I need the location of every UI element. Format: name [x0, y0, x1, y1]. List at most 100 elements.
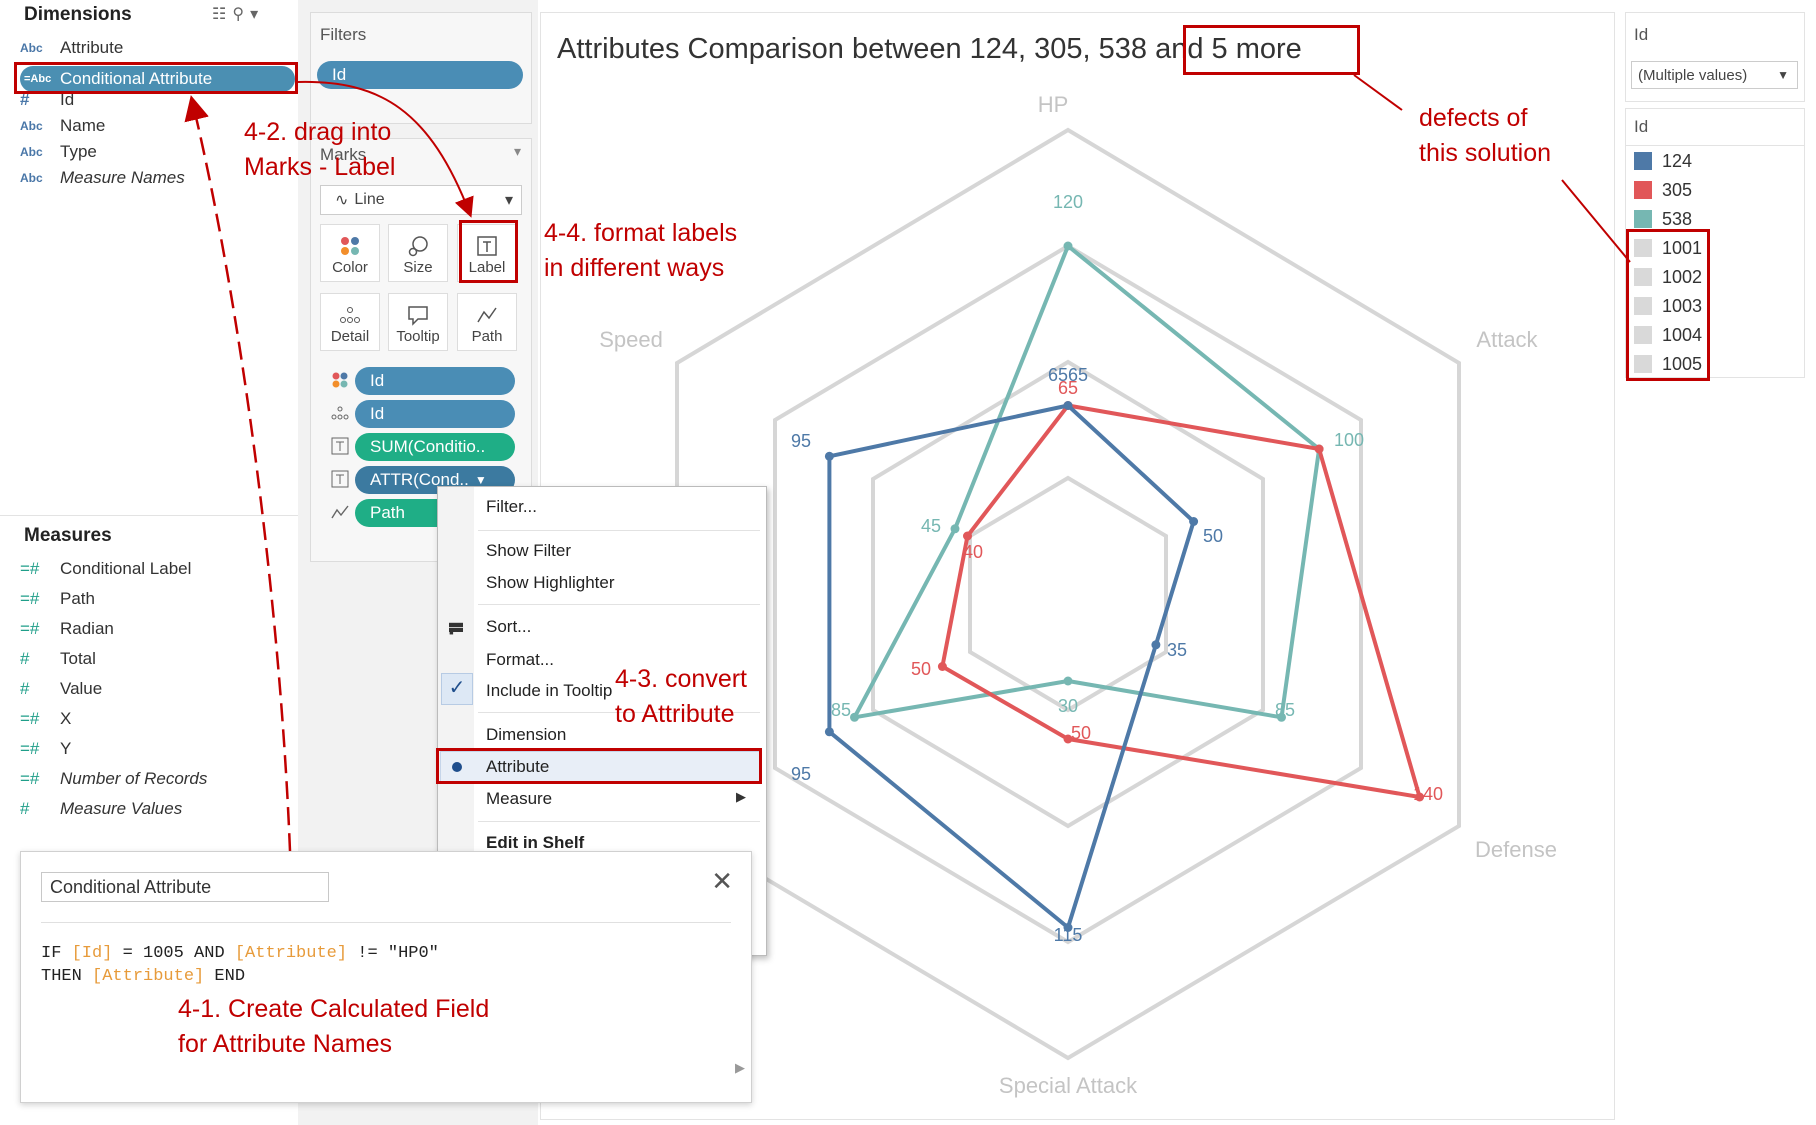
series-line-305[interactable]: [940, 403, 1422, 799]
menu-item-measure[interactable]: Measure: [486, 789, 552, 809]
series-line-538[interactable]: [852, 244, 1322, 720]
data-label: 45: [921, 516, 941, 536]
annotation-4-1: 4-1. Create Calculated Field for Attribut…: [178, 995, 490, 1058]
id-filter-title: Id: [1634, 25, 1649, 44]
calc-name-input[interactable]: Conditional Attribute: [41, 872, 329, 902]
data-label: 6565: [1048, 365, 1088, 385]
axis-label-speed: Speed: [599, 327, 663, 352]
measure-field[interactable]: =# Conditional Label: [20, 556, 191, 582]
series-point-538[interactable]: [850, 712, 859, 722]
menu-item-format[interactable]: Format...: [486, 650, 554, 670]
series-point-124[interactable]: [824, 451, 834, 461]
highlight-box-field: [14, 62, 298, 94]
filters-title: Filters: [320, 25, 367, 44]
menu-item-show-highlighter[interactable]: Show Highlighter: [486, 573, 615, 593]
menu-separator: [478, 530, 760, 531]
detail-pill-id[interactable]: Id: [355, 400, 515, 428]
calc-divider: [41, 922, 731, 923]
filter-pill-id[interactable]: Id: [317, 61, 523, 89]
number-type-icon: #: [20, 649, 30, 668]
calculated-number-icon: =#: [20, 769, 40, 788]
legend-item[interactable]: 124: [1634, 150, 1692, 172]
measure-field[interactable]: =# X: [20, 706, 71, 732]
series-point-124[interactable]: [1189, 517, 1199, 526]
color-button[interactable]: Color: [320, 224, 380, 282]
data-label: 50: [1203, 526, 1223, 546]
measure-field[interactable]: =# Path: [20, 586, 95, 612]
list-view-icon[interactable]: ☷: [212, 6, 232, 23]
search-icon[interactable]: ⚲: [232, 6, 250, 23]
id-filter-dropdown[interactable]: (Multiple values) ▼: [1631, 61, 1798, 89]
measures-heading: Measures: [24, 525, 112, 546]
measure-field[interactable]: =# Number of Records: [20, 766, 207, 792]
submenu-arrow-icon: ▶: [736, 789, 746, 804]
number-type-icon: #: [20, 799, 30, 818]
legend-divider: [1626, 145, 1804, 146]
axis-label-defense: Defense: [1475, 837, 1557, 862]
dimension-field-attribute[interactable]: Abc Attribute: [20, 35, 123, 61]
dimension-field-type[interactable]: Abc Type: [20, 139, 97, 165]
filters-card: Filters Id: [310, 12, 532, 124]
path-button[interactable]: Path: [457, 293, 517, 351]
menu-item-dimension[interactable]: Dimension: [486, 725, 566, 745]
data-label: 95: [791, 431, 811, 451]
series-layer: [824, 241, 1425, 932]
series-point-124[interactable]: [1151, 640, 1161, 650]
chevron-down-icon[interactable]: ▾: [250, 6, 264, 23]
annotation-4-4: 4-4. format labels in different ways: [544, 219, 738, 282]
detail-icon: [340, 307, 360, 323]
data-label: 50: [1071, 723, 1091, 743]
measure-field[interactable]: =# Y: [20, 736, 71, 762]
measure-field[interactable]: # Total: [20, 646, 96, 672]
calculated-number-icon: =#: [20, 739, 40, 758]
axis-label-attack: Attack: [1476, 327, 1538, 352]
string-type-icon: Abc: [20, 119, 43, 133]
measure-field[interactable]: # Measure Values: [20, 796, 182, 822]
close-icon[interactable]: ✕: [711, 866, 733, 897]
menu-item-show-filter[interactable]: Show Filter: [486, 541, 571, 561]
highlight-box-legend: [1626, 229, 1710, 381]
measure-field[interactable]: =# Radian: [20, 616, 114, 642]
menu-item-sort[interactable]: Sort...: [486, 617, 531, 637]
series-point-124[interactable]: [824, 727, 834, 737]
series-point-538[interactable]: [950, 524, 960, 534]
label-pill-sum[interactable]: SUM(Conditio..: [355, 433, 515, 461]
data-label: 85: [1275, 700, 1295, 720]
annotation-4-3: 4-3. convert to Attribute: [615, 665, 748, 728]
data-label: 50: [911, 659, 931, 679]
mark-type-select[interactable]: ∿ Line ▾: [320, 185, 522, 215]
label-shelf-icon: [331, 437, 349, 455]
detail-button[interactable]: Detail: [320, 293, 380, 351]
series-point-538[interactable]: [1063, 241, 1073, 251]
dimension-field-name[interactable]: Abc Name: [20, 113, 105, 139]
calc-code-line-2[interactable]: THEN [Attribute] END: [41, 967, 245, 986]
menu-item-include-in-tooltip[interactable]: Include in Tooltip: [486, 681, 612, 701]
path-icon: [477, 307, 497, 323]
series-point-305[interactable]: [963, 531, 972, 541]
size-button[interactable]: Size: [388, 224, 448, 282]
calculated-number-icon: =#: [20, 589, 40, 608]
series-point-538[interactable]: [1063, 676, 1073, 686]
calc-code-line-1[interactable]: IF [Id] = 1005 AND [Attribute] != "HP0": [41, 944, 439, 963]
measure-field[interactable]: # Value: [20, 676, 102, 702]
sort-icon: ▬ ▬ ▪: [449, 614, 463, 640]
expand-arrow-icon[interactable]: ▶: [735, 1060, 745, 1076]
dimension-field-measure-names[interactable]: Abc Measure Names: [20, 165, 185, 191]
data-label: 120: [1053, 192, 1083, 212]
pane-toolbar[interactable]: ☷⚲▾: [212, 4, 264, 24]
menu-separator: [478, 821, 760, 822]
chevron-down-icon[interactable]: ▾: [514, 143, 521, 160]
menu-separator: [478, 604, 760, 605]
series-point-305[interactable]: [937, 662, 947, 671]
color-pill-id[interactable]: Id: [355, 367, 515, 395]
menu-item-filter[interactable]: Filter...: [486, 497, 537, 517]
label-shelf-icon: [331, 470, 349, 488]
tooltip-button[interactable]: Tooltip: [388, 293, 448, 351]
data-label: 100: [1334, 430, 1364, 450]
series-point-124[interactable]: [1063, 401, 1073, 410]
series-point-305[interactable]: [1314, 444, 1324, 454]
menu-item-edit-in-shelf[interactable]: Edit in Shelf: [486, 833, 584, 853]
data-label: 30: [1058, 696, 1078, 716]
legend-item[interactable]: 305: [1634, 179, 1692, 201]
legend-item[interactable]: 538: [1634, 208, 1692, 230]
